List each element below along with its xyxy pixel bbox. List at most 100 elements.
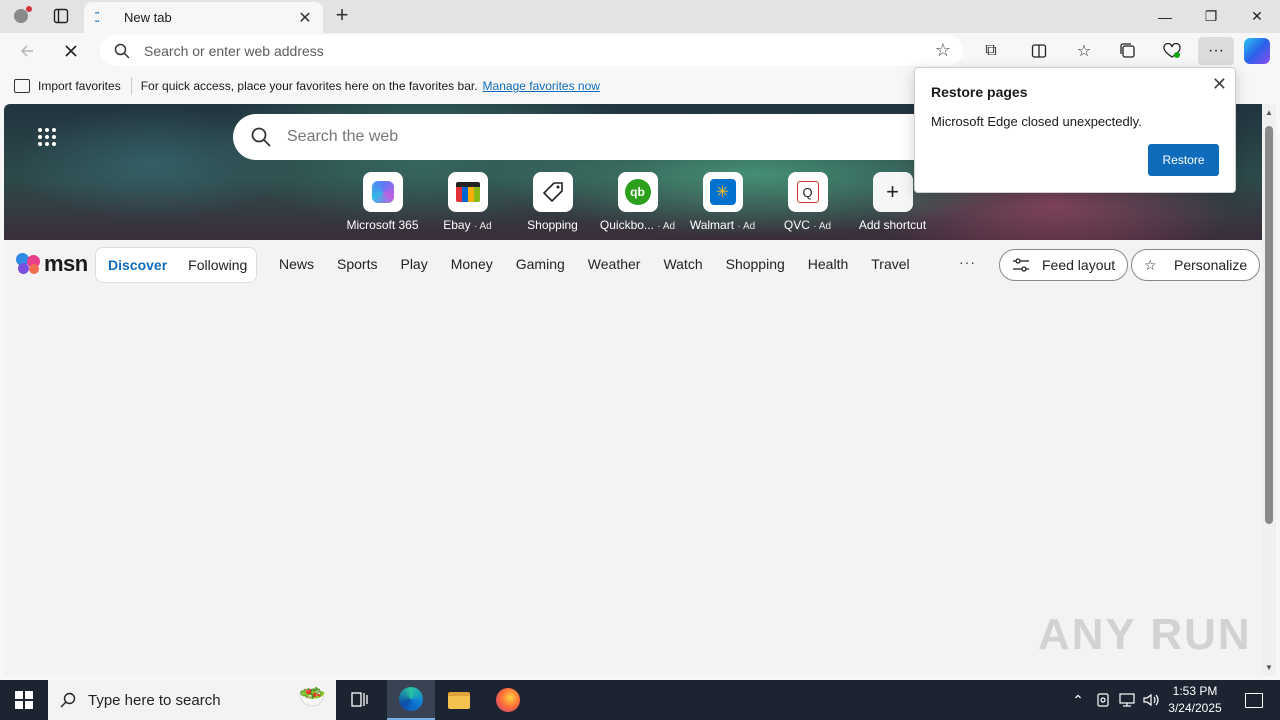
favorite-star-icon[interactable]: ☆: [923, 40, 963, 61]
stop-loading-button[interactable]: [56, 37, 86, 65]
import-favorites-label: Import favorites: [38, 79, 121, 93]
personalize-button[interactable]: ☆ Personalize: [1131, 249, 1261, 281]
nav-item-weather[interactable]: Weather: [588, 256, 641, 272]
scroll-up-arrow-icon[interactable]: ▲: [1265, 108, 1273, 117]
nav-item-money[interactable]: Money: [451, 256, 493, 272]
taskbar-file-explorer-button[interactable]: [435, 680, 483, 720]
shortcut-qvc[interactable]: Q QVC · Ad: [765, 172, 850, 232]
nav-item-news[interactable]: News: [279, 256, 314, 272]
msn-butterfly-icon: [16, 253, 42, 275]
shortcut-label: Shopping: [527, 218, 578, 232]
new-tab-button[interactable]: +: [330, 4, 354, 28]
split-screen-button[interactable]: [1021, 37, 1057, 65]
collections-icon: [1120, 43, 1135, 58]
favorites-star-icon: ☆: [1076, 43, 1092, 60]
back-arrow-icon: [20, 45, 33, 57]
nav-item-play[interactable]: Play: [400, 256, 427, 272]
tab-discover[interactable]: Discover: [108, 257, 167, 273]
favorites-button[interactable]: ☆: [1066, 37, 1102, 65]
quickbooks-icon: qb: [617, 172, 658, 212]
vertical-scrollbar[interactable]: ▲ ▼: [1262, 104, 1276, 676]
clock-time: 1:53 PM: [1172, 684, 1218, 698]
msn-category-nav: News Sports Play Money Gaming Weather Wa…: [279, 256, 933, 272]
popup-close-icon[interactable]: ✕: [1212, 74, 1227, 95]
web-search-placeholder: Search the web: [287, 128, 399, 145]
app-launcher-icon[interactable]: [38, 128, 56, 146]
close-window-button[interactable]: ✕: [1234, 0, 1280, 33]
collections-button[interactable]: [1110, 37, 1146, 65]
sparkle-star-icon: ☆: [1144, 257, 1157, 273]
browser-essentials-button[interactable]: [1154, 37, 1190, 65]
maximize-button[interactable]: ❐: [1188, 0, 1234, 33]
nav-item-sports[interactable]: Sports: [337, 256, 377, 272]
nav-item-gaming[interactable]: Gaming: [516, 256, 565, 272]
favorites-hint: For quick access, place your favorites h…: [140, 79, 478, 93]
title-bar: ⁚⁚ New tab ✕ + — ❐ ✕: [0, 0, 1280, 33]
import-icon: [14, 79, 30, 93]
folder-icon: [448, 691, 470, 709]
tab-close-icon[interactable]: ✕: [297, 8, 313, 28]
shortcut-label: Add shortcut: [858, 218, 927, 232]
tab-new-tab[interactable]: ⁚⁚ New tab ✕: [84, 2, 323, 33]
notifications-button[interactable]: [1234, 680, 1274, 720]
search-icon: [251, 127, 271, 147]
shortcut-label: Microsoft 365: [346, 218, 419, 232]
tab-following[interactable]: Following: [188, 257, 247, 273]
tab-actions-icon: [53, 8, 69, 24]
personalize-label: Personalize: [1174, 257, 1248, 273]
import-favorites-button[interactable]: Import favorites: [14, 79, 121, 93]
shortcut-walmart[interactable]: ✳ Walmart · Ad: [680, 172, 765, 232]
shortcut-quickbooks[interactable]: qb Quickbo... · Ad: [595, 172, 680, 232]
taskbar-edge-button[interactable]: [387, 680, 435, 720]
taskbar-firefox-button[interactable]: [484, 680, 532, 720]
address-bar[interactable]: Search or enter web address ☆: [100, 35, 963, 66]
shortcut-shopping[interactable]: Shopping: [510, 172, 595, 232]
divider: [130, 77, 132, 95]
scroll-down-arrow-icon[interactable]: ▼: [1265, 663, 1273, 672]
quick-links: Microsoft 365 Ebay · Ad Shopping qb Quic…: [340, 172, 935, 232]
nav-item-watch[interactable]: Watch: [663, 256, 702, 272]
copilot-icon[interactable]: [1244, 38, 1270, 64]
edge-icon: [399, 687, 423, 711]
anyrun-watermark: ANY RUN: [1038, 610, 1252, 659]
manage-favorites-link[interactable]: Manage favorites now: [483, 79, 600, 93]
taskbar-search-box[interactable]: Type here to search 🥗: [48, 680, 336, 720]
task-view-button[interactable]: [336, 680, 384, 720]
start-button[interactable]: [0, 680, 48, 720]
back-button[interactable]: [12, 37, 42, 65]
heartbeat-icon: [1163, 43, 1181, 58]
search-icon: [60, 692, 76, 708]
scrollbar-thumb[interactable]: [1265, 126, 1273, 524]
show-hidden-icons-button[interactable]: ⌃: [1068, 680, 1088, 720]
restore-button[interactable]: Restore: [1148, 144, 1219, 176]
nav-item-shopping[interactable]: Shopping: [726, 256, 785, 272]
extensions-button[interactable]: ⧉: [973, 37, 1009, 65]
popup-message: Microsoft Edge closed unexpectedly.: [931, 114, 1142, 129]
loading-dots-icon: ⁚⁚: [94, 9, 100, 25]
profile-button[interactable]: [8, 4, 34, 28]
more-categories-button[interactable]: ···: [959, 254, 976, 270]
nav-item-health[interactable]: Health: [808, 256, 848, 272]
taskbar-search-placeholder: Type here to search: [88, 691, 221, 709]
tray-device-icon[interactable]: [1092, 680, 1114, 720]
shortcut-ebay[interactable]: Ebay · Ad: [425, 172, 510, 232]
taskbar-clock[interactable]: 1:53 PM 3/24/2025: [1164, 683, 1226, 717]
plus-icon: +: [872, 172, 913, 212]
shortcut-microsoft-365[interactable]: Microsoft 365: [340, 172, 425, 232]
network-icon[interactable]: [1116, 680, 1138, 720]
shopping-tag-icon: [532, 172, 573, 212]
web-search-box[interactable]: Search the web: [233, 114, 933, 160]
windows-taskbar: Type here to search 🥗 ⌃ 1:53 PM 3/24/202…: [0, 680, 1280, 720]
shortcut-label: Ebay: [443, 218, 471, 232]
feed-layout-button[interactable]: Feed layout: [999, 249, 1129, 281]
ad-label: · Ad: [813, 221, 832, 232]
msn-logo[interactable]: msn: [16, 251, 88, 277]
settings-more-button[interactable]: ···: [1198, 37, 1234, 65]
minimize-button[interactable]: —: [1142, 0, 1188, 33]
tab-actions-menu-button[interactable]: [48, 4, 74, 28]
chevron-up-icon: ⌃: [1072, 691, 1084, 708]
msn-wordmark: msn: [44, 251, 88, 276]
volume-icon[interactable]: [1140, 680, 1162, 720]
nav-item-travel[interactable]: Travel: [871, 256, 909, 272]
more-dots-icon: ···: [1208, 42, 1224, 59]
